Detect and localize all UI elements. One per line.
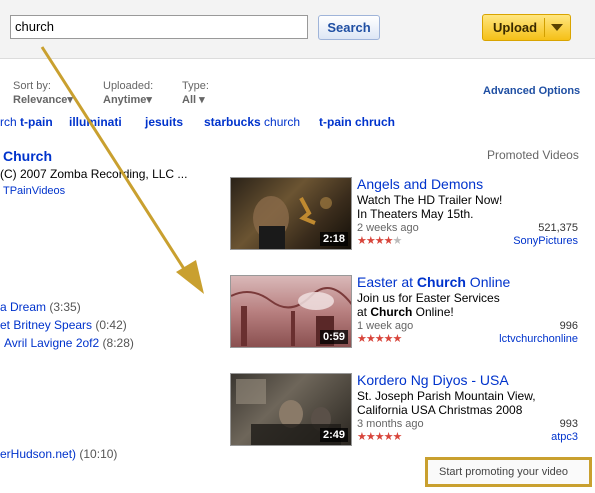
top-bar: church Search Upload	[0, 0, 595, 59]
ad-description: California USA Christmas 2008	[357, 403, 523, 417]
list-item[interactable]: et Britney Spears (0:42)	[0, 318, 127, 332]
sort-select[interactable]: Relevance▾	[13, 93, 73, 106]
list-item[interactable]: a Dream (3:35)	[0, 300, 81, 314]
advanced-options-link[interactable]: Advanced Options	[483, 85, 580, 97]
ad-age: 1 week ago	[357, 320, 414, 332]
upload-divider	[544, 18, 545, 37]
related-search-tpain-chruch[interactable]: t-pain chruch	[319, 115, 395, 129]
list-item[interactable]: Avril Lavigne 2of2 (8:28)	[4, 336, 134, 350]
video-thumbnail[interactable]: 2:49	[230, 373, 352, 446]
upload-label: Upload	[493, 20, 538, 35]
result-description: (C) 2007 Zomba Recording, LLC ...	[0, 167, 188, 181]
sort-label: Sort by:	[13, 80, 51, 92]
video-duration: 0:59	[319, 330, 348, 344]
ad-user[interactable]: lctvchurchonline	[499, 333, 578, 345]
type-label: Type:	[182, 80, 209, 92]
video-thumbnail[interactable]: 0:59	[230, 275, 352, 348]
rating-stars: ★★★★★	[357, 332, 402, 345]
promoted-videos-heading: Promoted Videos	[487, 148, 579, 162]
related-search-starbucks[interactable]: starbucks church	[204, 115, 300, 129]
start-promoting-label: Start promoting your video	[439, 466, 569, 478]
ad-age: 2 weeks ago	[357, 222, 419, 234]
video-duration: 2:18	[319, 232, 348, 246]
video-duration: 2:49	[319, 428, 348, 442]
ad-title[interactable]: Easter at Church Online	[357, 274, 510, 290]
uploaded-select[interactable]: Anytime▾	[103, 93, 152, 106]
rating-stars: ★★★★★	[357, 430, 402, 443]
ad-age: 3 months ago	[357, 418, 424, 430]
ad-views: 996	[559, 320, 578, 332]
chevron-down-icon[interactable]	[551, 24, 563, 31]
list-item[interactable]: erHudson.net) (10:10)	[0, 447, 117, 461]
ad-description: Watch The HD Trailer Now!	[357, 193, 503, 207]
upload-button[interactable]: Upload	[482, 14, 571, 41]
ad-title[interactable]: Kordero Ng Diyos - USA	[357, 372, 509, 388]
ad-views: 993	[559, 418, 578, 430]
rating-stars: ★★★★★	[357, 234, 402, 247]
ad-title[interactable]: Angels and Demons	[357, 176, 483, 192]
ad-description: at Church Online!	[357, 305, 454, 319]
star-icon: ★★★★	[357, 235, 393, 247]
star-icon: ★	[392, 235, 402, 247]
related-search-tpain[interactable]: rch t-pain	[0, 115, 53, 129]
star-icon: ★★★★★	[357, 333, 402, 345]
search-button[interactable]: Search	[318, 15, 380, 40]
start-promoting-button[interactable]: Start promoting your video	[425, 457, 592, 487]
result-user[interactable]: TPainVideos	[3, 185, 65, 197]
related-search-jesuits[interactable]: jesuits	[145, 115, 183, 129]
ad-description: Join us for Easter Services	[357, 291, 500, 305]
type-select[interactable]: All ▾	[182, 93, 205, 106]
ad-description: St. Joseph Parish Mountain View,	[357, 389, 536, 403]
result-title[interactable]: Church	[3, 148, 52, 164]
star-icon: ★★★★★	[357, 431, 402, 443]
ad-description: In Theaters May 15th.	[357, 207, 474, 221]
video-thumbnail[interactable]: 2:18	[230, 177, 352, 250]
search-input[interactable]: church	[10, 15, 308, 39]
related-search-illuminati[interactable]: illuminati	[69, 115, 122, 129]
ad-user[interactable]: atpc3	[551, 431, 578, 443]
ad-views: 521,375	[538, 222, 578, 234]
uploaded-label: Uploaded:	[103, 80, 154, 92]
ad-user[interactable]: SonyPictures	[513, 235, 578, 247]
